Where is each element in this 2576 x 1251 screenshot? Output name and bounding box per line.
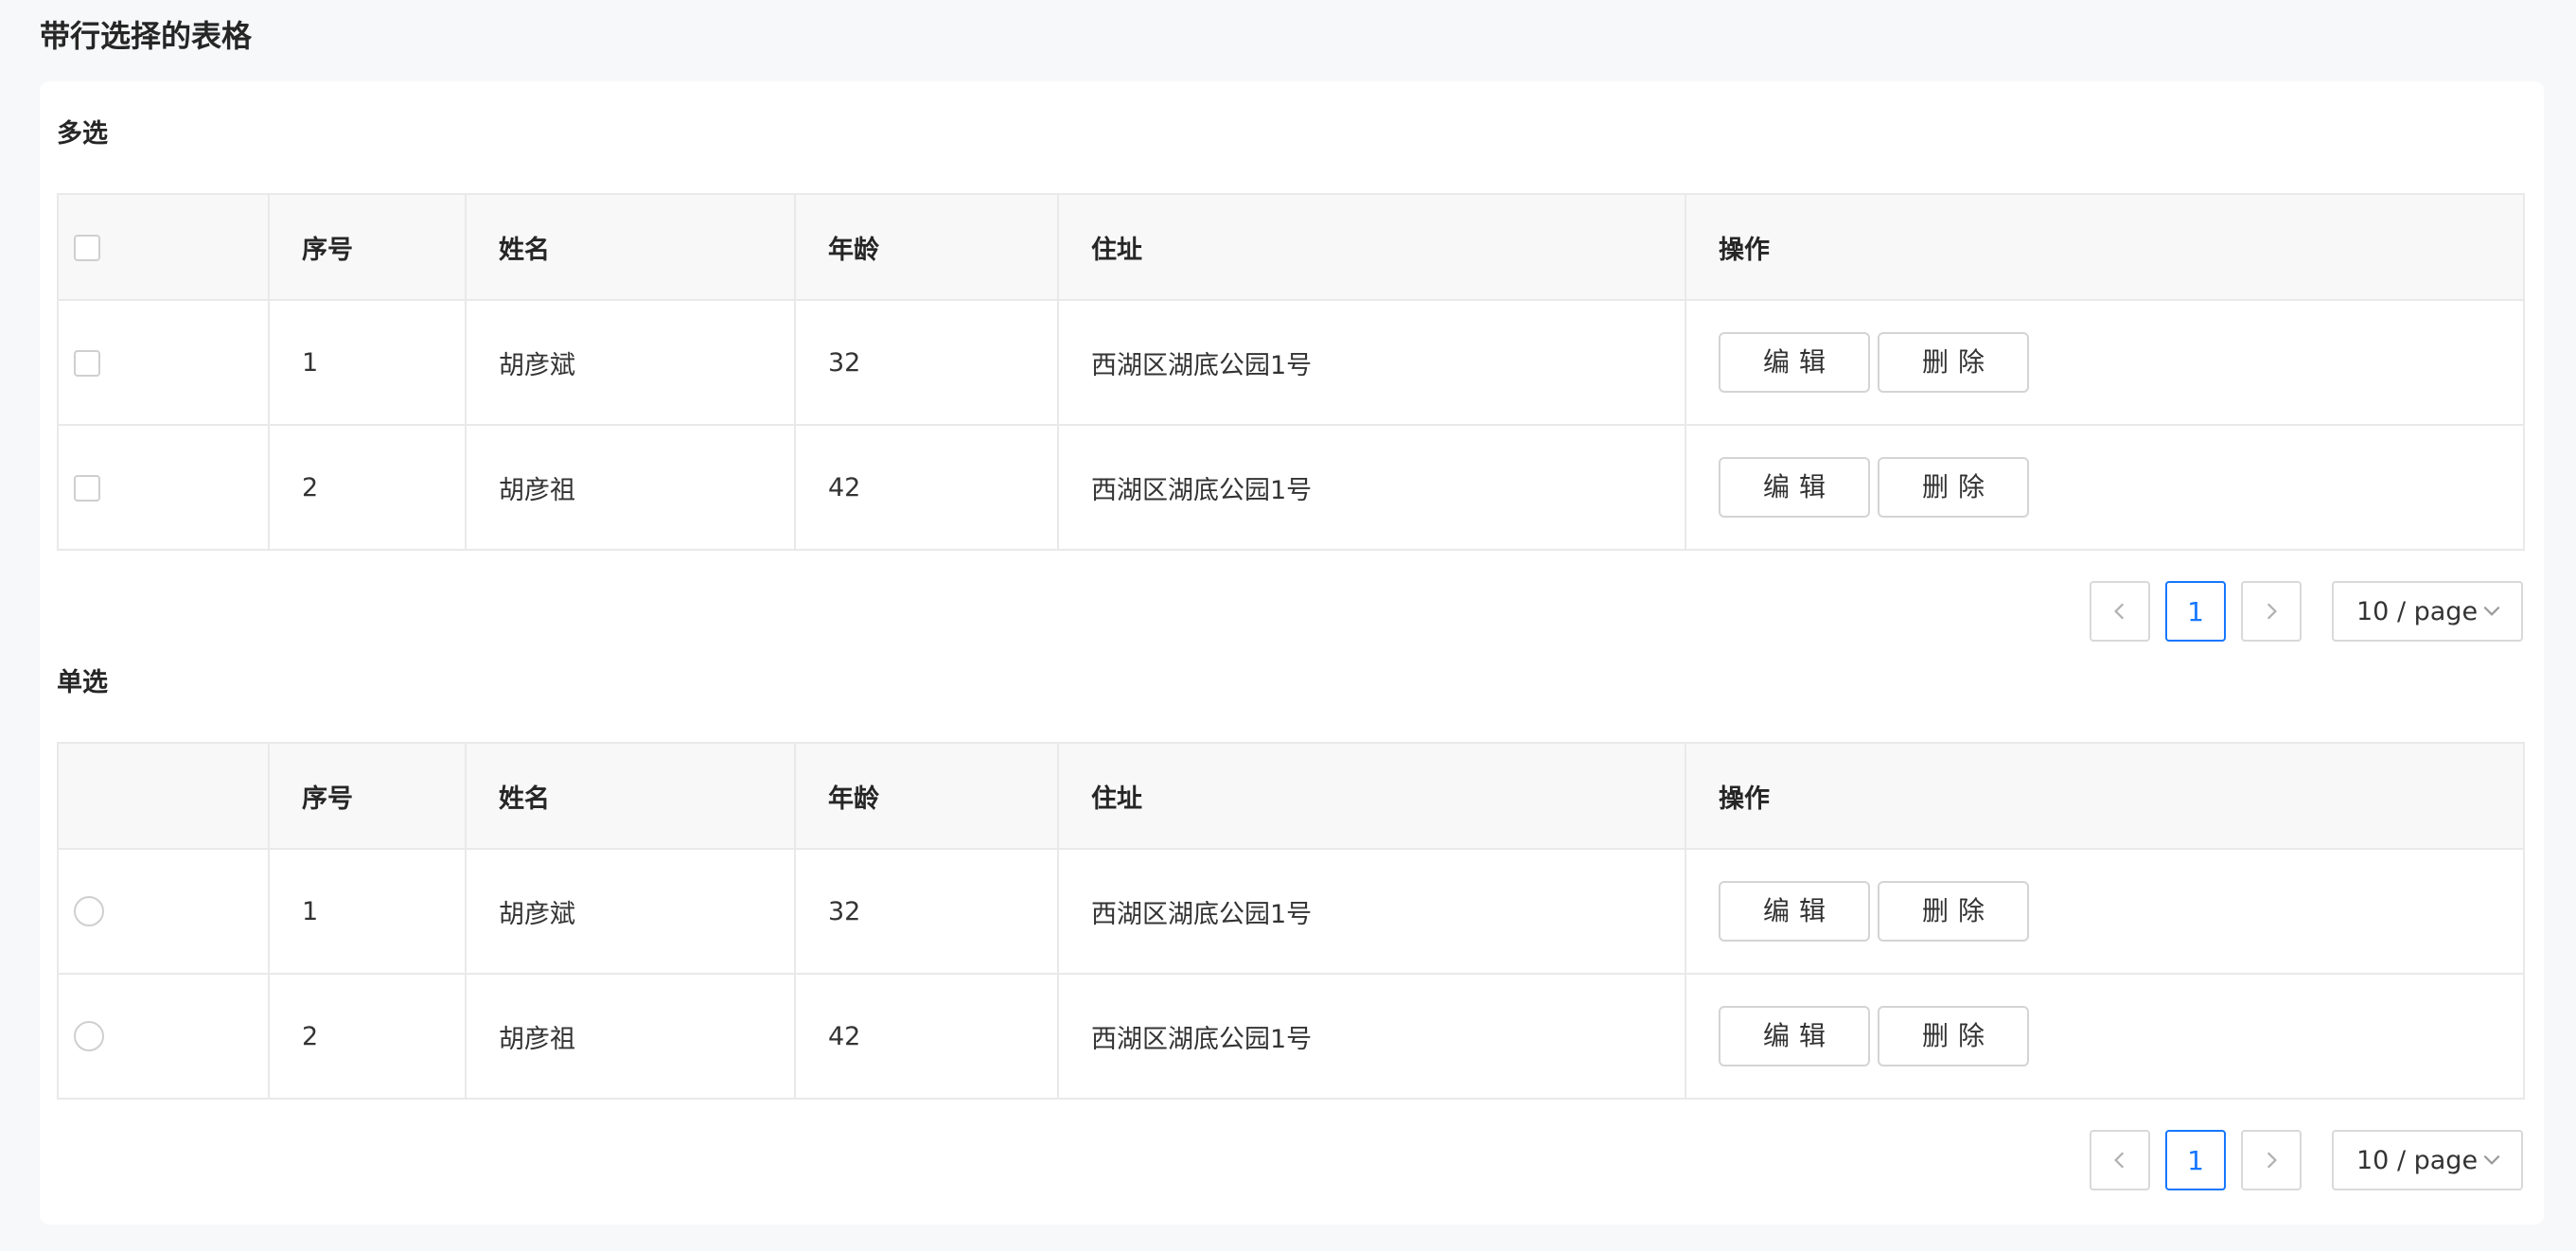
next-page-button[interactable] <box>2241 581 2302 642</box>
cell-actions: 编辑 删除 <box>1685 424 2525 551</box>
page-size-select[interactable]: 10 / page <box>2332 581 2523 642</box>
cell-actions: 编辑 删除 <box>1685 299 2525 426</box>
select-all-cell <box>57 193 270 301</box>
table-row[interactable]: 2 胡彦祖 42 西湖区湖底公园1号 编辑 删除 <box>57 973 2525 1100</box>
column-header-address[interactable]: 住址 <box>1057 193 1686 301</box>
page-title: 带行选择的表格 <box>40 18 253 54</box>
cell-actions: 编辑 删除 <box>1685 973 2525 1100</box>
cell-age: 32 <box>794 299 1059 426</box>
column-header-age[interactable]: 年龄 <box>794 742 1059 850</box>
table-row[interactable]: 1 胡彦斌 32 西湖区湖底公园1号 编辑 删除 <box>57 299 2525 426</box>
cell-age: 42 <box>794 424 1059 551</box>
select-header-cell <box>57 742 270 850</box>
edit-button[interactable]: 编辑 <box>1719 332 1870 393</box>
cell-address: 西湖区湖底公园1号 <box>1057 973 1686 1100</box>
table-row[interactable]: 2 胡彦祖 42 西湖区湖底公园1号 编辑 删除 <box>57 424 2525 551</box>
delete-button[interactable]: 删除 <box>1878 1006 2029 1066</box>
page-number-button[interactable]: 1 <box>2165 581 2226 642</box>
prev-page-button[interactable] <box>2090 1130 2150 1190</box>
cell-age: 42 <box>794 973 1059 1100</box>
cell-age: 32 <box>794 848 1059 975</box>
next-page-button[interactable] <box>2241 1130 2302 1190</box>
cell-actions: 编辑 删除 <box>1685 848 2525 975</box>
row-select-cell <box>57 848 270 975</box>
page-size-select[interactable]: 10 / page <box>2332 1130 2523 1190</box>
pagination: 1 10 / page <box>2074 1130 2523 1190</box>
column-header-actions[interactable]: 操作 <box>1685 193 2525 301</box>
cell-index: 1 <box>268 299 467 426</box>
chevron-left-icon <box>2114 1152 2125 1169</box>
cell-name: 胡彦斌 <box>465 299 796 426</box>
cell-name: 胡彦祖 <box>465 424 796 551</box>
section-title-multi-select: 多选 <box>57 119 108 149</box>
page-size-value: 10 / page <box>2356 596 2479 626</box>
row-radio[interactable] <box>74 1021 104 1052</box>
table-row[interactable]: 1 胡彦斌 32 西湖区湖底公园1号 编辑 删除 <box>57 848 2525 975</box>
content-card: 多选 序号 姓名 年龄 住址 操作 1 胡彦斌 32 西湖区湖底公园1号 编辑 … <box>40 81 2544 1225</box>
column-header-name[interactable]: 姓名 <box>465 742 796 850</box>
column-header-actions[interactable]: 操作 <box>1685 742 2525 850</box>
multi-select-table: 序号 姓名 年龄 住址 操作 1 胡彦斌 32 西湖区湖底公园1号 编辑 删除 2 <box>57 193 2525 551</box>
single-select-table: 序号 姓名 年龄 住址 操作 1 胡彦斌 32 西湖区湖底公园1号 编辑 删除 2 <box>57 742 2525 1100</box>
cell-name: 胡彦斌 <box>465 848 796 975</box>
pagination: 1 10 / page <box>2074 581 2523 642</box>
row-select-cell <box>57 424 270 551</box>
section-title-single-select: 单选 <box>57 668 108 697</box>
cell-address: 西湖区湖底公园1号 <box>1057 299 1686 426</box>
row-select-cell <box>57 299 270 426</box>
cell-address: 西湖区湖底公园1号 <box>1057 424 1686 551</box>
column-header-name[interactable]: 姓名 <box>465 193 796 301</box>
row-checkbox[interactable] <box>74 350 100 377</box>
edit-button[interactable]: 编辑 <box>1719 881 1870 942</box>
table-header-row: 序号 姓名 年龄 住址 操作 <box>57 193 2525 301</box>
chevron-right-icon <box>2267 1152 2277 1169</box>
cell-index: 2 <box>268 424 467 551</box>
column-header-age[interactable]: 年龄 <box>794 193 1059 301</box>
cell-address: 西湖区湖底公园1号 <box>1057 848 1686 975</box>
cell-index: 1 <box>268 848 467 975</box>
delete-button[interactable]: 删除 <box>1878 881 2029 942</box>
page-number-button[interactable]: 1 <box>2165 1130 2226 1190</box>
row-checkbox[interactable] <box>74 475 100 502</box>
row-radio[interactable] <box>74 896 104 927</box>
column-header-index[interactable]: 序号 <box>268 742 467 850</box>
table-header-row: 序号 姓名 年龄 住址 操作 <box>57 742 2525 850</box>
page-size-value: 10 / page <box>2356 1145 2479 1175</box>
edit-button[interactable]: 编辑 <box>1719 1006 1870 1066</box>
prev-page-button[interactable] <box>2090 581 2150 642</box>
cell-name: 胡彦祖 <box>465 973 796 1100</box>
select-all-checkbox[interactable] <box>74 235 100 261</box>
chevron-down-icon <box>2483 1154 2500 1165</box>
delete-button[interactable]: 删除 <box>1878 457 2029 518</box>
chevron-right-icon <box>2267 603 2277 620</box>
chevron-down-icon <box>2483 606 2500 616</box>
cell-index: 2 <box>268 973 467 1100</box>
delete-button[interactable]: 删除 <box>1878 332 2029 393</box>
edit-button[interactable]: 编辑 <box>1719 457 1870 518</box>
column-header-index[interactable]: 序号 <box>268 193 467 301</box>
chevron-left-icon <box>2114 603 2125 620</box>
column-header-address[interactable]: 住址 <box>1057 742 1686 850</box>
row-select-cell <box>57 973 270 1100</box>
